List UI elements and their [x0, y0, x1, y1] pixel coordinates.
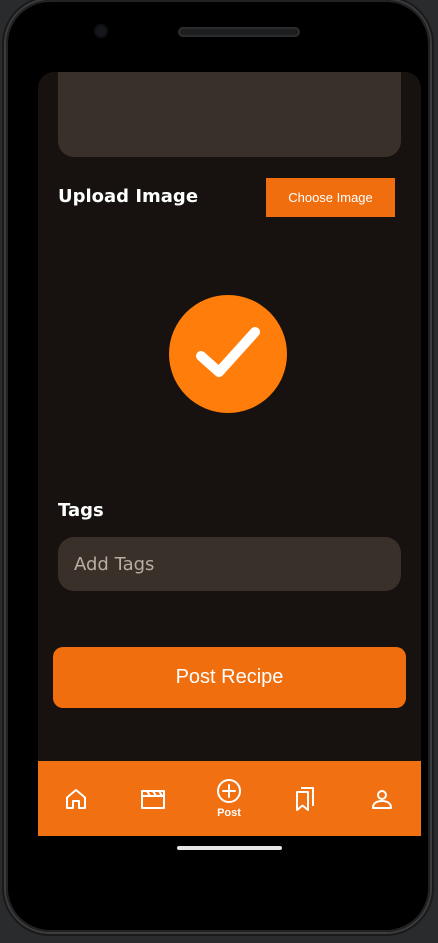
upload-success-indicator — [169, 295, 287, 413]
description-textarea[interactable] — [58, 72, 401, 157]
nav-profile[interactable] — [352, 761, 412, 836]
clapperboard-icon — [141, 789, 165, 809]
home-indicator[interactable] — [177, 846, 282, 850]
tags-input[interactable] — [58, 537, 401, 591]
nav-videos[interactable] — [123, 761, 183, 836]
plus-circle-icon — [217, 779, 241, 803]
earpiece-speaker — [178, 27, 300, 37]
bookmarks-icon — [296, 786, 314, 811]
user-icon — [372, 789, 392, 809]
nav-saved[interactable] — [275, 761, 335, 836]
post-recipe-button[interactable]: Post Recipe — [53, 647, 406, 708]
checkmark-icon — [196, 327, 260, 377]
nav-home[interactable] — [46, 761, 106, 836]
choose-image-button[interactable]: Choose Image — [266, 178, 395, 217]
bottom-navigation: Post — [38, 761, 421, 836]
home-icon — [66, 788, 86, 809]
front-camera — [94, 24, 108, 38]
tags-label: Tags — [58, 500, 104, 521]
app-screen: Upload Image Choose Image Tags Post Reci… — [38, 72, 421, 836]
upload-image-label: Upload Image — [58, 186, 199, 207]
nav-post-label: Post — [217, 807, 241, 819]
nav-post[interactable]: Post — [199, 761, 259, 836]
phone-frame: Upload Image Choose Image Tags Post Reci… — [6, 0, 430, 932]
